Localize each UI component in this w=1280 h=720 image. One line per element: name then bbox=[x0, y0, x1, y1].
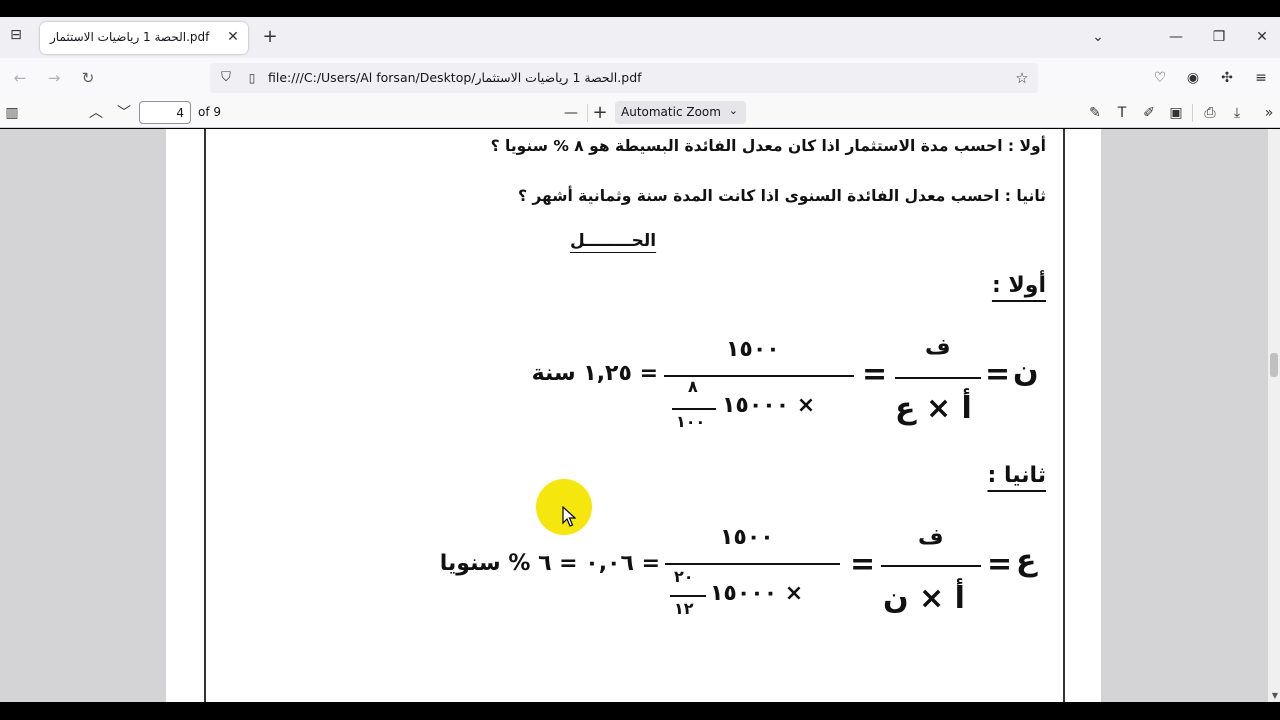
reload-icon[interactable]: ↻ bbox=[77, 67, 99, 89]
eq2-den-frac-den: ١٢ bbox=[674, 599, 694, 618]
text-icon[interactable]: T bbox=[1111, 102, 1133, 124]
eq1-result: = ١,٢٥ سنة bbox=[531, 361, 658, 386]
eq2-equals: = bbox=[987, 547, 1013, 582]
navigation-bar: ← → ↻ ⛉ ▯ file:///C:/Users/Al forsan/Des… bbox=[0, 58, 1280, 98]
zoom-in-icon[interactable]: + bbox=[589, 102, 611, 124]
star-icon[interactable]: ☆ bbox=[1012, 68, 1032, 88]
pocket-icon[interactable]: ♡ bbox=[1149, 67, 1171, 89]
tab-strip: ⊟ الحصة 1 رياضيات الاستثمار.pdf ✕ + ⌄ — … bbox=[0, 17, 1280, 58]
toolbar-separator bbox=[1192, 104, 1193, 122]
zoom-select[interactable]: Automatic Zoom ⌄ bbox=[615, 101, 746, 124]
more-tools-icon[interactable]: » bbox=[1258, 102, 1280, 124]
chevron-down-icon[interactable]: ⌄ bbox=[1086, 27, 1110, 47]
eq1-den-frac-num: ٨ bbox=[688, 377, 698, 396]
eq1-sym-den: أ × ع bbox=[895, 391, 972, 426]
tab-title: الحصة 1 رياضيات الاستثمار.pdf bbox=[50, 30, 210, 44]
eq2-result: = ٠,٠٦ = ٦ % سنويا bbox=[439, 551, 660, 576]
eq1-equals-2: = bbox=[862, 357, 888, 392]
tab-list-icon[interactable]: ⊟ bbox=[6, 27, 26, 47]
minimize-icon[interactable]: — bbox=[1164, 27, 1188, 47]
url-text[interactable]: file:///C:/Users/Al forsan/Desktop/الحصة… bbox=[268, 70, 642, 85]
page-count: of 9 bbox=[198, 105, 222, 119]
url-bar[interactable]: ⛉ ▯ file:///C:/Users/Al forsan/Desktop/ا… bbox=[210, 63, 1038, 93]
solution-title: الحــــــــل bbox=[570, 231, 657, 251]
eq2-line bbox=[665, 563, 840, 565]
image-icon[interactable]: ▣ bbox=[1165, 102, 1187, 124]
eq2-den-frac-line bbox=[670, 595, 706, 597]
eq2-num: ١٥٠٠ bbox=[720, 525, 774, 550]
scroll-down-icon[interactable]: ▼ bbox=[1272, 691, 1278, 700]
close-window-icon[interactable]: ✕ bbox=[1250, 27, 1274, 47]
question-2: ثانيا : احسب معدل الفائدة السنوى اذا كان… bbox=[517, 187, 1046, 205]
eq2-den-main: ١٥٠٠٠ × bbox=[710, 581, 804, 606]
eq1-sym-line bbox=[895, 377, 981, 379]
shield-icon[interactable]: ⛉ bbox=[216, 68, 236, 88]
vertical-scrollbar[interactable]: ▼ bbox=[1268, 129, 1280, 702]
eq1-den-main: ١٥٠٠٠ × bbox=[722, 393, 816, 418]
eq2-sym-den: أ × ن bbox=[883, 581, 965, 616]
chevron-down-icon: ⌄ bbox=[728, 104, 738, 117]
pdf-viewer[interactable]: أولا : احسب مدة الاستثمار اذا كان معدل ا… bbox=[0, 129, 1280, 702]
forward-icon[interactable]: → bbox=[43, 67, 65, 89]
draw-icon[interactable]: ✐ bbox=[1138, 102, 1160, 124]
eq1-equals: = bbox=[985, 357, 1011, 392]
extensions-icon[interactable]: ✣ bbox=[1216, 67, 1238, 89]
pdf-toolbar: ▥ ︿ ﹀ of 9 — + Automatic Zoom ⌄ ✎ T ✐ ▣ … bbox=[0, 98, 1280, 128]
eq2-lhs: ع bbox=[1016, 543, 1037, 578]
page-number-input[interactable] bbox=[139, 101, 191, 124]
eq1-den-frac-den: ١٠٠ bbox=[676, 412, 706, 431]
eq1-den-frac-line bbox=[672, 408, 716, 410]
eq2-den-frac-num: ٢٠ bbox=[674, 567, 694, 586]
toolbar-separator bbox=[587, 104, 588, 122]
tab-pdf[interactable]: الحصة 1 رياضيات الاستثمار.pdf ✕ bbox=[40, 22, 248, 54]
eq1-lhs: ن bbox=[1013, 354, 1039, 389]
eq1-num: ١٥٠٠ bbox=[726, 337, 780, 362]
eq2-sym-num: ف bbox=[918, 525, 944, 550]
sidebar-toggle-icon[interactable]: ▥ bbox=[1, 102, 23, 124]
menu-icon[interactable]: ≡ bbox=[1250, 67, 1272, 89]
question-1: أولا : احسب مدة الاستثمار اذا كان معدل ا… bbox=[490, 137, 1046, 155]
eq1-sym-num: ف bbox=[925, 335, 951, 360]
part-1-title: أولا : bbox=[991, 273, 1046, 298]
account-icon[interactable]: ◉ bbox=[1182, 67, 1204, 89]
chevron-up-icon[interactable]: ︿ bbox=[85, 102, 107, 124]
plus-icon[interactable]: + bbox=[260, 27, 280, 47]
print-icon[interactable]: ⎙ bbox=[1199, 102, 1221, 124]
scrollbar-thumb[interactable] bbox=[1270, 353, 1278, 377]
back-icon[interactable]: ← bbox=[9, 67, 31, 89]
close-icon[interactable]: ✕ bbox=[224, 28, 242, 46]
eq2-equals-2: = bbox=[850, 547, 876, 582]
restore-icon[interactable]: ❐ bbox=[1207, 27, 1231, 47]
zoom-value: Automatic Zoom bbox=[621, 105, 721, 119]
zoom-out-icon[interactable]: — bbox=[560, 102, 582, 124]
page-icon[interactable]: ▯ bbox=[242, 68, 262, 88]
mouse-cursor-icon bbox=[562, 506, 576, 527]
highlight-icon[interactable]: ✎ bbox=[1084, 102, 1106, 124]
top-black-bar bbox=[0, 0, 1280, 17]
part-2-title: ثانيا : bbox=[987, 463, 1046, 488]
bottom-black-bar bbox=[0, 702, 1280, 720]
chevron-down-icon[interactable]: ﹀ bbox=[113, 102, 135, 124]
eq2-sym-line bbox=[881, 565, 981, 567]
save-icon[interactable]: ⤓ bbox=[1226, 102, 1248, 124]
